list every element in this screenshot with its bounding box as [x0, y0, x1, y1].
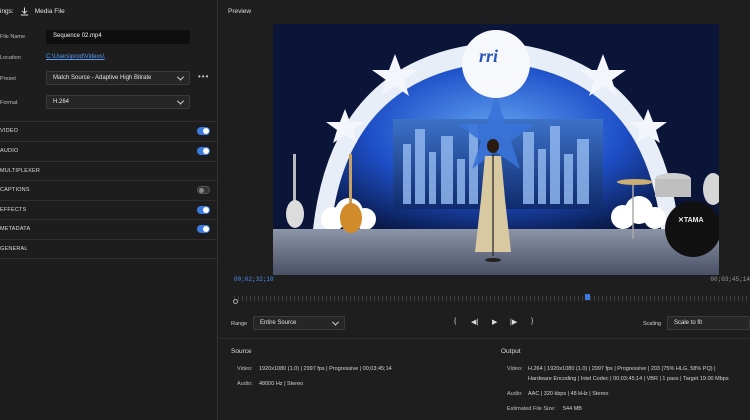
playhead[interactable]: [584, 294, 590, 300]
section-label: GENERAL: [0, 246, 28, 252]
scaling-select[interactable]: Scale to fit: [667, 316, 750, 330]
section-metadata[interactable]: METADATA: [0, 219, 218, 239]
section-label: EFFECTS: [0, 207, 27, 213]
svg-text:✕TAMA: ✕TAMA: [678, 217, 704, 224]
timeline-ruler: [234, 296, 750, 301]
step-forward-button[interactable]: |▶: [510, 318, 517, 328]
location-label: Location: [0, 55, 21, 61]
in-point-marker[interactable]: [233, 299, 238, 304]
format-value: H.264: [53, 99, 70, 105]
preset-label: Preset: [0, 76, 16, 82]
section-effects[interactable]: EFFECTS: [0, 200, 218, 220]
estimated-size-label: Estimated File Size:: [507, 406, 556, 412]
media-file-label[interactable]: Media File: [35, 8, 65, 15]
preview-panel: Preview rri ✕TAMA 00;02;32;10 00;03;45;1…: [219, 0, 750, 420]
video-toggle[interactable]: [197, 127, 210, 135]
scaling-value: Scale to fit: [674, 320, 703, 326]
file-name-label: File Name: [0, 34, 26, 40]
section-captions[interactable]: CAPTIONS: [0, 180, 218, 200]
output-audio-value: AAC | 320 kbps | 48 kHz | Stereo: [528, 391, 609, 397]
preview-title: Preview: [228, 8, 252, 15]
captions-toggle[interactable]: [197, 186, 210, 194]
export-settings-panel: ings: Media File File Name Sequence 02.m…: [0, 0, 218, 420]
chevron-down-icon: [331, 318, 340, 326]
output-video-label: Video:: [507, 366, 523, 372]
audio-toggle[interactable]: [197, 147, 210, 155]
section-multiplexer[interactable]: MULTIPLEXER: [0, 161, 218, 181]
section-label: CAPTIONS: [0, 187, 30, 193]
section-video[interactable]: VIDEO: [0, 121, 218, 141]
section-label: VIDEO: [0, 128, 19, 134]
section-label: MULTIPLEXER: [0, 168, 40, 174]
format-label: Format: [0, 100, 18, 106]
format-select[interactable]: H.264: [46, 95, 190, 109]
mark-out-button[interactable]: }: [531, 318, 533, 328]
estimated-size-value: 544 MB: [563, 406, 582, 412]
metadata-toggle[interactable]: [197, 225, 210, 233]
location-link[interactable]: C:\Users\prod\Videos\: [46, 54, 105, 60]
preset-select[interactable]: Match Source - Adaptive High Bitrate: [46, 71, 190, 85]
range-select[interactable]: Entire Source: [253, 316, 345, 330]
more-options-button[interactable]: •••: [198, 72, 209, 81]
end-timecode: 00;03;45;14: [710, 276, 750, 283]
chevron-down-icon: [176, 97, 185, 105]
source-title: Source: [231, 348, 252, 355]
source-video-label: Video:: [237, 366, 253, 372]
video-frame-image: rri ✕TAMA: [273, 24, 719, 275]
source-audio-value: 48000 Hz | Stereo: [259, 381, 304, 387]
output-video-line2: Hardware Encoding | Intel Codec | 00;03;…: [528, 376, 729, 382]
timeline-scrubber[interactable]: [233, 294, 750, 304]
range-label: Range: [231, 321, 248, 327]
output-video-line1: H.264 | 1920x1080 (1.0) | 2997 fps | Pro…: [528, 366, 716, 372]
download-icon[interactable]: [20, 7, 29, 16]
preset-value: Match Source - Adaptive High Bitrate: [53, 75, 152, 81]
output-audio-label: Audio:: [507, 391, 523, 397]
section-general[interactable]: GENERAL: [0, 239, 218, 259]
section-label: METADATA: [0, 226, 31, 232]
play-button[interactable]: ▶: [492, 318, 497, 328]
section-audio[interactable]: AUDIO: [0, 141, 218, 161]
source-video-value: 1920x1080 (1.0) | 2997 fps | Progressive…: [259, 366, 392, 372]
effects-toggle[interactable]: [197, 206, 210, 214]
settings-header: ings: Media File: [0, 7, 65, 16]
settings-prefix: ings:: [0, 8, 14, 15]
video-preview[interactable]: rri ✕TAMA: [273, 24, 719, 275]
step-back-button[interactable]: ◀|: [471, 318, 478, 328]
section-label: AUDIO: [0, 148, 19, 154]
current-timecode[interactable]: 00;02;32;10: [234, 276, 274, 283]
mark-in-button[interactable]: {: [454, 318, 456, 328]
source-audio-label: Audio:: [237, 381, 253, 387]
range-value: Entire Source: [260, 320, 297, 326]
chevron-down-icon: [176, 73, 185, 81]
output-title: Output: [501, 348, 521, 355]
divider: [219, 338, 750, 339]
file-name-input[interactable]: Sequence 02.mp4: [46, 30, 190, 44]
logo-text: rri: [479, 46, 498, 66]
scaling-label: Scaling: [643, 321, 662, 327]
